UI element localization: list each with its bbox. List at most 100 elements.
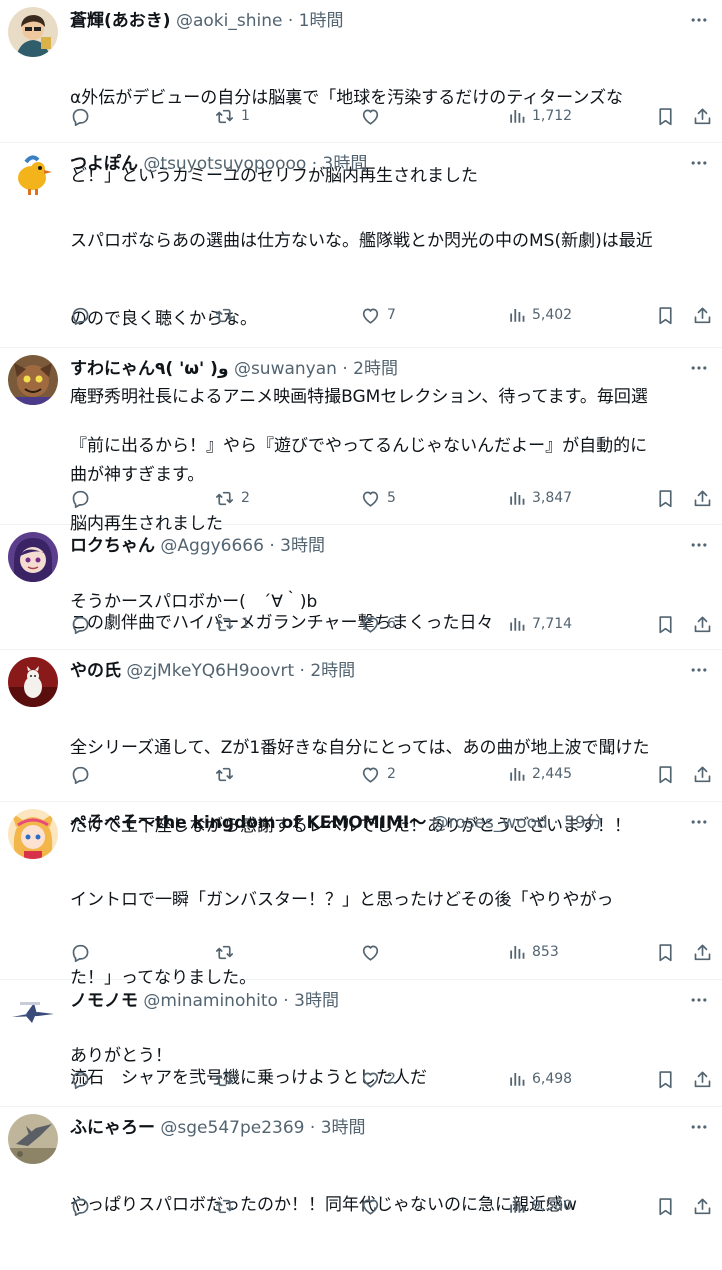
user-handle[interactable]: @minaminohito [143,991,278,1011]
display-name[interactable]: ふにゃろー [70,1118,155,1138]
views-button[interactable]: 5,402 [508,304,572,326]
user-handle[interactable]: @aoki_shine [176,11,282,31]
tweet[interactable]: ふにゃろー @sge547pe2369 · 3時間 やっぱりスパロボだったのか！… [0,1107,722,1222]
timestamp[interactable]: 3時間 [294,991,339,1011]
reply-button[interactable] [70,487,97,509]
timestamp[interactable]: 3時間 [280,536,325,556]
repost-button[interactable] [214,941,241,963]
like-button[interactable]: 2 [360,763,396,785]
reply-button[interactable] [70,941,97,963]
like-button[interactable] [360,941,387,963]
bookmark-button[interactable] [655,1068,676,1090]
bookmark-button[interactable] [655,763,676,785]
separator-dot: · [263,536,281,556]
more-options-icon[interactable] [686,658,712,682]
reply-button[interactable] [70,613,97,635]
display-name[interactable]: ロクちゃん [70,536,155,556]
share-button[interactable] [692,304,713,326]
user-avatar[interactable] [8,7,58,57]
repost-button[interactable]: 2 [214,487,250,509]
display-name[interactable]: 蒼輝(あおき) [70,11,171,31]
timestamp[interactable]: 1時間 [299,11,344,31]
like-button[interactable] [360,1195,387,1217]
repost-button[interactable] [214,763,241,785]
timestamp[interactable]: 2時間 [310,661,355,681]
views-button[interactable]: 9,580 [508,1195,572,1217]
bookmark-button[interactable] [655,613,676,635]
user-handle[interactable]: @Aggy6666 [160,536,264,556]
bookmark-button[interactable] [655,941,676,963]
user-handle[interactable]: @suwanyan [234,359,337,379]
timestamp[interactable]: 3時間 [321,1118,366,1138]
user-avatar[interactable] [8,809,58,859]
like-button[interactable]: 5 [360,487,396,509]
user-handle[interactable]: @sge547pe2369 [160,1118,304,1138]
views-button[interactable]: 6,498 [508,1068,572,1090]
tweet[interactable]: ノモノモ @minaminohito · 3時間 流石 シャアを弐号機に乗っけよ… [0,980,722,1107]
share-button[interactable] [692,105,713,127]
share-button[interactable] [692,763,713,785]
tweet[interactable]: ぺそぺそ～the kingdom of KEMOMIMI～ @roses_woo… [0,802,722,1066]
display-name[interactable]: すわにゃん٩( 'ω' )و [70,359,229,379]
more-options-icon[interactable] [686,988,712,1012]
tweet[interactable]: ロクちゃん @Aggy6666 · 3時間 この劇伴曲でハイパーメガランチャー撃… [0,525,722,650]
repost-button[interactable] [214,1068,241,1090]
share-button[interactable] [692,613,713,635]
like-button[interactable]: 2 [360,1068,396,1090]
reply-button[interactable] [70,763,97,785]
share-button[interactable] [692,941,713,963]
display-name[interactable]: つよぽん [70,154,138,174]
views-button[interactable]: 3,847 [508,487,572,509]
bookmark-button[interactable] [655,304,676,326]
display-name[interactable]: ぺそぺそ～the kingdom of KEMOMIMI～ [70,813,426,833]
reply-button[interactable] [70,304,97,326]
display-name[interactable]: やの氏 [70,661,121,681]
repost-button[interactable] [214,1195,241,1217]
more-options-icon[interactable] [686,356,712,380]
repost-button[interactable]: 1 [214,105,250,127]
like-button[interactable] [360,105,387,127]
views-button[interactable]: 853 [508,941,559,963]
bookmark-button[interactable] [655,105,676,127]
user-avatar[interactable] [8,657,58,707]
timestamp[interactable]: 59分 [564,813,603,833]
user-avatar[interactable] [8,355,58,405]
like-button[interactable]: 6 [360,613,396,635]
display-name[interactable]: ノモノモ [70,991,138,1011]
user-avatar[interactable] [8,1114,58,1164]
share-button[interactable] [692,1068,713,1090]
more-options-icon[interactable] [686,1115,712,1139]
reply-button[interactable] [70,1195,97,1217]
user-handle[interactable]: @zjMkeYQ6H9oovrt [126,661,294,681]
analytics-icon [510,492,525,505]
reply-icon [72,1198,89,1216]
views-button[interactable]: 2,445 [508,763,572,785]
tweet[interactable]: すわにゃん٩( 'ω' )و @suwanyan · 2時間 『前に出るから！』… [0,348,722,612]
timestamp[interactable]: 2時間 [353,359,398,379]
share-button[interactable] [692,1195,713,1217]
reply-button[interactable] [70,1068,97,1090]
reply-button[interactable] [70,105,97,127]
tweet[interactable]: やの氏 @zjMkeYQ6H9oovrt · 2時間 全シリーズ通して、Zが1番… [0,650,722,836]
user-handle[interactable]: @tsuyotsuyopoooo [143,154,306,174]
views-button[interactable]: 7,714 [508,613,572,635]
more-options-icon[interactable] [686,810,712,834]
more-options-icon[interactable] [686,151,712,175]
share-button[interactable] [692,487,713,509]
tweet[interactable]: つよぽん @tsuyotsuyopoooo · 3時間 スパロボならあの選曲は仕… [0,143,722,485]
like-button[interactable]: 7 [360,304,396,326]
tweet[interactable]: 蒼輝(あおき) @aoki_shine · 1時間 α外伝がデビューの自分は脳裏… [0,0,722,186]
views-button[interactable]: 1,712 [508,105,572,127]
repost-button[interactable]: 1 [214,613,250,635]
bookmark-button[interactable] [655,487,676,509]
bookmark-button[interactable] [655,1195,676,1217]
heart-icon [362,491,379,507]
user-avatar[interactable] [8,532,58,582]
repost-button[interactable] [214,304,241,326]
more-options-icon[interactable] [686,533,712,557]
user-avatar[interactable] [8,150,58,200]
more-options-icon[interactable] [686,8,712,32]
user-handle[interactable]: @roses_wood [432,813,548,833]
user-avatar[interactable] [8,987,58,1037]
timestamp[interactable]: 3時間 [323,154,368,174]
